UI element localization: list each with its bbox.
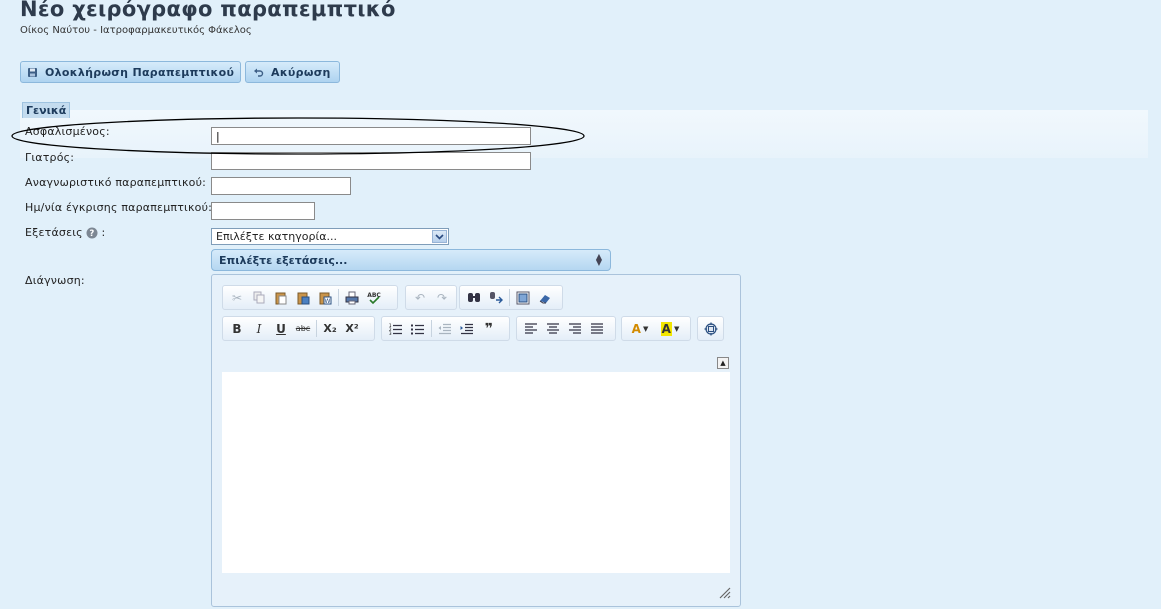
svg-text:W: W [325,298,331,305]
toolbar-separator [316,320,317,337]
strike-icon[interactable]: abc [292,319,314,339]
bulleted-list-icon[interactable] [407,319,429,339]
remove-format-icon[interactable] [534,288,556,308]
spellcheck-icon[interactable]: ABC [363,288,385,308]
italic-icon[interactable]: I [248,319,270,339]
subscript-icon[interactable]: X₂ [319,319,341,339]
approval-date-input[interactable] [211,202,315,220]
exams-colon: : [97,226,106,239]
justify-icon[interactable] [586,319,608,339]
indent-icon[interactable] [456,319,478,339]
help-icon[interactable]: ? [86,227,98,239]
exams-select-value: Επιλέξτε εξετάσεις... [219,253,348,267]
resize-grip-icon[interactable] [717,585,731,599]
superscript-icon[interactable]: X² [341,319,363,339]
undo-icon[interactable]: ↶ [409,288,431,308]
paste-icon[interactable] [270,288,292,308]
svg-text:ABC: ABC [367,292,381,299]
exams-label-row: Εξετάσεις ? : [25,226,105,239]
category-select-value: Επιλέξτε κατηγορία... [216,230,337,243]
align-right-icon[interactable] [564,319,586,339]
updown-icon: ▲ ▼ [595,252,602,267]
align-center-icon[interactable] [542,319,564,339]
select-all-icon[interactable] [512,288,534,308]
cut-icon[interactable]: ✂ [226,288,248,308]
bg-color-icon[interactable]: A ▼ [655,319,685,339]
editor-clipboard-group: ✂ W ABC [222,285,398,310]
cancel-button[interactable]: Ακύρωση [245,61,340,83]
copy-icon[interactable] [248,288,270,308]
svg-text:3: 3 [389,331,392,335]
maximize-icon[interactable] [701,319,720,339]
insured-input[interactable] [211,127,531,145]
paste-text-icon[interactable] [292,288,314,308]
paste-word-icon[interactable]: W [314,288,336,308]
toolbar-separator [509,289,510,306]
page-subtitle: Οίκος Ναύτου - Ιατροφαρμακευτικός Φάκελο… [20,25,252,36]
redo-icon[interactable]: ↷ [431,288,453,308]
editor-color-group: A ▼ A ▼ [621,316,691,341]
editor-maximize-group [697,316,724,341]
exams-select[interactable]: Επιλέξτε εξετάσεις... ▲ ▼ [211,249,611,271]
toolbar-separator [338,289,339,306]
undo-arrow-icon [252,66,264,78]
underline-icon[interactable]: U [270,319,292,339]
numbered-list-icon[interactable]: 123 [385,319,407,339]
editor-find-group [459,285,563,310]
referral-id-label: Αναγνωριστικό παραπεμπτικού: [25,176,207,189]
save-icon [27,66,38,78]
category-select[interactable]: Επιλέξτε κατηγορία... [211,228,449,245]
text-color-glyph: A [631,321,641,336]
find-icon[interactable] [463,288,485,308]
text-color-icon[interactable]: A ▼ [625,319,655,339]
diagnosis-label: Διάγνωση: [25,274,85,287]
editor-format-group: B I U abc X₂ X² [222,316,375,341]
chevron-down-icon[interactable] [432,230,447,243]
bold-icon[interactable]: B [226,319,248,339]
referral-id-input[interactable] [211,177,351,195]
bg-color-glyph: A [660,321,672,336]
print-icon[interactable] [341,288,363,308]
editor-align-group [516,316,616,341]
outdent-icon[interactable] [434,319,456,339]
editor-history-group: ↶ ↷ [405,285,457,310]
editor-content-area[interactable] [222,372,730,573]
blockquote-icon[interactable]: ❞ [478,319,500,339]
collapse-toolbar-button[interactable]: ▲ [717,357,729,369]
exams-label: Εξετάσεις [25,226,83,239]
chevron-down-icon: ▼ [642,324,649,333]
align-left-icon[interactable] [520,319,542,339]
chevron-down-icon: ▼ [673,324,680,333]
approval-date-label: Ημ/νία έγκρισης παραπεμπτικού: [25,201,213,214]
replace-icon[interactable] [485,288,507,308]
editor-list-group: 123 ❞ [381,316,510,341]
toolbar-separator [431,320,432,337]
insured-label: Ασφαλισμένος: [25,125,110,138]
doctor-input[interactable] [211,152,531,170]
row-highlight [20,110,1148,158]
complete-referral-button[interactable]: Ολοκλήρωση Παραπεμπτικού [20,61,241,83]
page-title: Νέο χειρόγραφο παραπεμπτικό [20,0,396,21]
svg-text:?: ? [89,229,94,239]
doctor-label: Γιατρός: [25,151,75,164]
section-tab-general[interactable]: Γενικά [22,102,71,118]
cancel-label: Ακύρωση [271,65,331,79]
complete-referral-label: Ολοκλήρωση Παραπεμπτικού [45,65,235,79]
